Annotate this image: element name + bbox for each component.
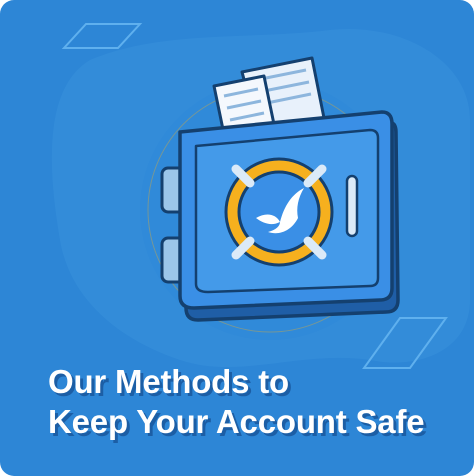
headline-line-1: Our Methods to — [48, 363, 290, 400]
headline-line-2: Keep Your Account Safe — [48, 403, 425, 440]
decor-parallelogram-top — [61, 23, 143, 49]
headline: Our Methods to Keep Your Account Safe — [48, 362, 425, 442]
safe-handle — [345, 174, 359, 238]
promo-card[interactable]: Our Methods to Keep Your Account Safe — [0, 0, 474, 476]
dial — [224, 157, 334, 267]
